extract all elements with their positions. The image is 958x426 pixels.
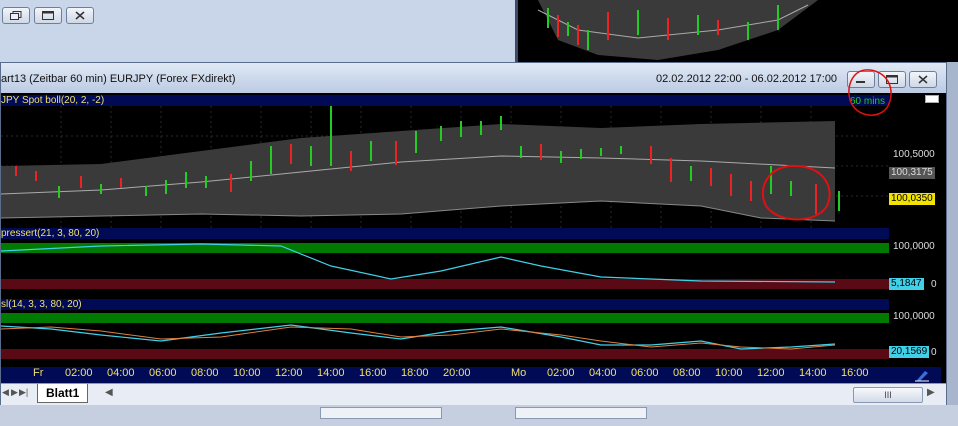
tab-label: Blatt1 xyxy=(46,386,80,400)
price-chart[interactable] xyxy=(1,106,889,228)
time-tick: 08:00 xyxy=(191,367,219,379)
oscillator-2-chart[interactable] xyxy=(1,311,889,367)
time-tick: Mo xyxy=(511,367,527,379)
maximize-icon xyxy=(42,11,54,20)
close-icon xyxy=(918,75,928,84)
osc1-current-value: 5,1847 xyxy=(889,278,924,290)
pane-collapse-handle[interactable] xyxy=(925,95,939,103)
oscillator-1-chart[interactable] xyxy=(1,241,889,299)
osc2-axis-top: 100,0000 xyxy=(893,311,935,322)
tab-scroll-buttons: ◀ ▶ ▶| xyxy=(1,387,28,401)
bg-restore-button[interactable] xyxy=(2,7,30,24)
underlying-field-2 xyxy=(515,407,647,419)
window-title: art13 (Zeitbar 60 min) EURJPY (Forex FXd… xyxy=(1,73,236,85)
tab-scroll-next-icon[interactable]: ▶ xyxy=(10,387,19,401)
time-tick: 14:00 xyxy=(317,367,345,379)
hscroll-right-icon[interactable]: ▶ xyxy=(927,387,935,398)
osc2-line xyxy=(1,324,836,350)
time-tick: 04:00 xyxy=(589,367,617,379)
time-tick: 16:00 xyxy=(359,367,387,379)
background-window-controls xyxy=(2,7,94,24)
title-bar[interactable]: art13 (Zeitbar 60 min) EURJPY (Forex FXd… xyxy=(1,63,946,93)
osc2-axis-bottom: 0 xyxy=(931,347,937,358)
bg-maximize-button[interactable] xyxy=(34,7,62,24)
time-tick: 14:00 xyxy=(799,367,827,379)
time-tick: Fr xyxy=(33,367,44,379)
time-tick: 12:00 xyxy=(757,367,785,379)
pencil-icon[interactable] xyxy=(889,367,941,383)
time-tick: 06:00 xyxy=(149,367,177,379)
time-tick: 02:00 xyxy=(65,367,93,379)
background-chart-window xyxy=(515,0,958,62)
tab-scroll-last-icon[interactable]: ▶| xyxy=(19,387,28,401)
price-axis-label-1: 100,5000 xyxy=(893,149,935,160)
close-button[interactable] xyxy=(909,71,937,88)
time-tick: 08:00 xyxy=(673,367,701,379)
osc2-current-value: 20,1569 xyxy=(889,346,930,358)
sheet-tab-bar: ◀ ▶ ▶| Blatt1 ◀ III ▶ xyxy=(1,383,946,406)
background-window xyxy=(0,0,516,62)
time-tick: 02:00 xyxy=(547,367,575,379)
osc1-pane-title: pressert(21, 3, 80, 20) xyxy=(1,228,100,239)
time-tick: 16:00 xyxy=(841,367,869,379)
price-pane-header: JPY Spot boll(20, 2, -2) xyxy=(1,95,889,106)
band-mid-value: 100,3175 xyxy=(889,167,935,179)
close-icon xyxy=(75,11,85,20)
hscroll-thumb[interactable]: III xyxy=(853,387,923,403)
chart-window[interactable]: art13 (Zeitbar 60 min) EURJPY (Forex FXd… xyxy=(0,62,947,406)
restore-icon xyxy=(10,11,22,20)
bg-close-button[interactable] xyxy=(66,7,94,24)
hscroll-left-icon[interactable]: ◀ xyxy=(105,387,113,398)
axis-corner xyxy=(889,367,941,383)
time-tick: 12:00 xyxy=(275,367,303,379)
time-tick: 18:00 xyxy=(401,367,429,379)
chart-panes[interactable]: JPY Spot boll(20, 2, -2) 60 mins 100,500… xyxy=(1,93,946,383)
underlying-field-1 xyxy=(320,407,442,419)
osc1-oversold-zone xyxy=(1,279,889,289)
osc2-overbought-zone xyxy=(1,313,889,323)
osc2-pane-header: sl(14, 3, 3, 80, 20) xyxy=(1,299,889,310)
price-pane-title: JPY Spot boll(20, 2, -2) xyxy=(1,95,105,106)
time-tick: 04:00 xyxy=(107,367,135,379)
annotation-circle-controls xyxy=(848,69,892,116)
osc2-pane-title: sl(14, 3, 3, 80, 20) xyxy=(1,299,82,310)
time-tick: 10:00 xyxy=(233,367,261,379)
tab-blatt1[interactable]: Blatt1 xyxy=(37,384,89,403)
time-tick: 06:00 xyxy=(631,367,659,379)
date-range: 02.02.2012 22:00 - 06.02.2012 17:00 xyxy=(656,73,838,85)
tab-scroll-prev-icon[interactable]: ◀ xyxy=(1,387,10,401)
underlying-app-strip xyxy=(0,405,958,426)
time-tick: 10:00 xyxy=(715,367,743,379)
osc1-pane-header: pressert(21, 3, 80, 20) xyxy=(1,228,889,239)
osc1-overbought-zone xyxy=(1,243,889,253)
background-chart xyxy=(537,0,818,60)
osc1-axis-bottom: 0 xyxy=(931,279,937,290)
current-price-box: 100,0350 xyxy=(889,193,935,205)
osc2-oversold-zone xyxy=(1,349,889,359)
scroll-grip: III xyxy=(884,390,892,400)
time-axis: Fr 02:00 04:00 06:00 08:00 10:00 12:00 1… xyxy=(1,367,889,383)
time-tick: 20:00 xyxy=(443,367,471,379)
osc1-axis-top: 100,0000 xyxy=(893,241,935,252)
